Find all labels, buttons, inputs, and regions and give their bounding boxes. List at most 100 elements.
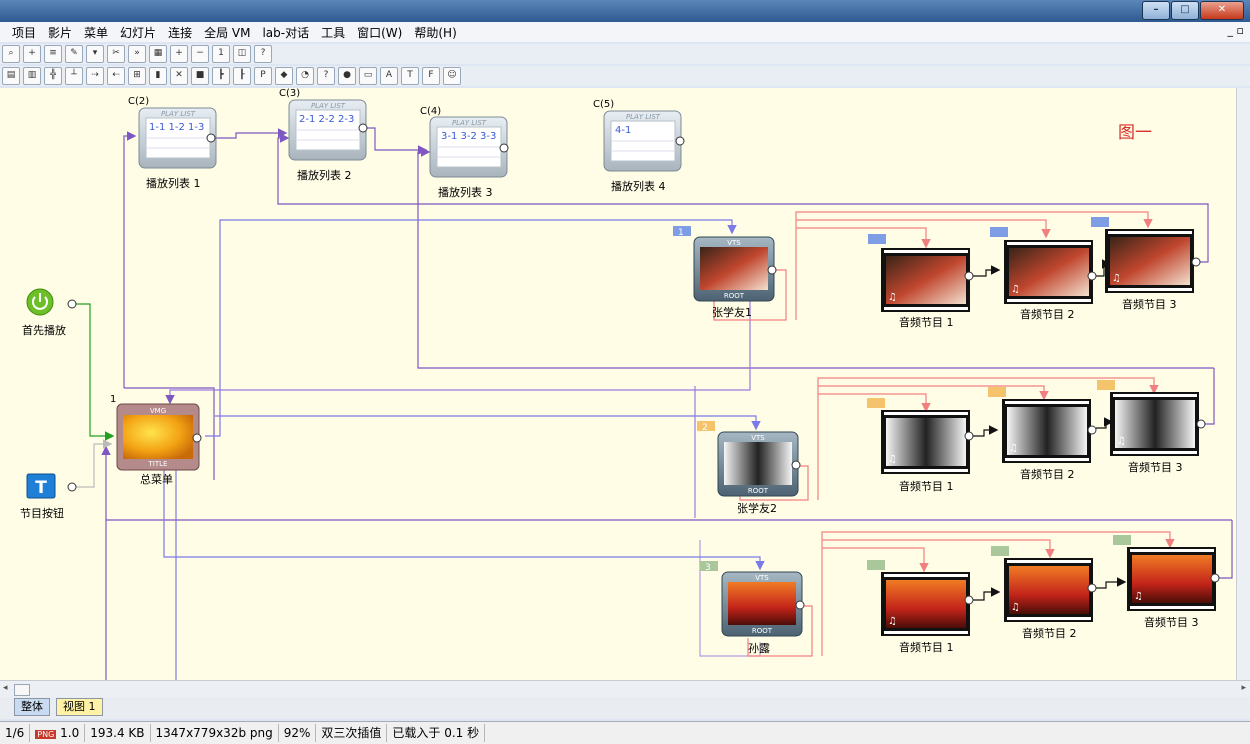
minimize-button[interactable]: – (1142, 1, 1170, 20)
table-icon[interactable]: ⊞ (128, 67, 146, 85)
status-bar: 1/6 PNG 1.0 193.4 KB 1347x779x32b png 92… (0, 721, 1250, 744)
playlist-4[interactable]: C(5) PLAY LIST 4-1 播放列表 4 (593, 99, 685, 193)
link-icon[interactable]: ⇢ (86, 67, 104, 85)
menu-connect[interactable]: 连接 (162, 24, 198, 41)
question-icon[interactable]: ? (317, 67, 335, 85)
color-icon[interactable]: ■ (191, 67, 209, 85)
cut-icon[interactable]: ✂ (107, 45, 125, 63)
audio-item[interactable]: ♫ 音频节目 2 (1004, 240, 1097, 321)
music-note-icon: ♫ (1009, 443, 1018, 454)
fp-icon[interactable]: F (422, 67, 440, 85)
chart-icon[interactable]: ◔ (296, 67, 314, 85)
link2-icon[interactable]: ⇠ (107, 67, 125, 85)
vmg-number: 1 (110, 394, 116, 405)
audio-label: 音频节目 2 (1020, 467, 1075, 481)
color-circle-icon[interactable]: ● (338, 67, 356, 85)
playlist-1[interactable]: C(2) PLAY LIST 1-1 1-2 1-3 播放列表 1 (128, 96, 217, 190)
menu-help[interactable]: 帮助(H) (408, 24, 462, 41)
vertical-scrollbar[interactable] (1236, 88, 1250, 680)
vts-header: VTS (755, 574, 769, 582)
audio-item[interactable]: ♫ 音频节目 3 (1110, 392, 1206, 474)
menu-movie[interactable]: 影片 (42, 24, 78, 41)
scroll-right-icon[interactable]: ▸ (1241, 683, 1246, 693)
panel-icon[interactable]: ▥ (23, 67, 41, 85)
image-icon[interactable]: ▭ (359, 67, 377, 85)
vts-node-3[interactable]: 3 VTS ROOT 孙露 (700, 561, 805, 655)
vmg-node[interactable]: 1 VMG TITLE 总菜单 (110, 394, 202, 486)
next-icon[interactable]: » (128, 45, 146, 63)
align-icon[interactable]: ╬ (44, 67, 62, 85)
zoom-in-icon[interactable]: + (170, 45, 188, 63)
menu-lab-dialog[interactable]: lab-对话 (256, 24, 315, 41)
user-icon[interactable]: ☺ (443, 67, 461, 85)
vts-node-1[interactable]: 1 VTS ROOT 张学友1 (673, 226, 777, 319)
playlist-code: C(3) (279, 88, 300, 99)
close-button[interactable]: ✕ (1200, 1, 1244, 20)
film-icon[interactable]: ▮ (149, 67, 167, 85)
at-icon[interactable]: A (380, 67, 398, 85)
music-note-icon: ♫ (1011, 284, 1020, 295)
first-play-label: 首先播放 (22, 323, 66, 337)
vts-badge-text: 1 (678, 228, 684, 238)
audio-item[interactable]: ♫ 音频节目 2 (1004, 558, 1097, 640)
te-icon[interactable]: T (401, 67, 419, 85)
authoring-canvas[interactable]: C(2) PLAY LIST 1-1 1-2 1-3 播放列表 1 C(3) P… (0, 88, 1236, 680)
mdi-controls[interactable]: _ ▫ (1228, 24, 1244, 37)
tree-icon[interactable]: ┣ (212, 67, 230, 85)
audio-badge (1097, 380, 1115, 390)
first-play-node[interactable]: 首先播放 (22, 288, 77, 337)
music-note-icon: ♫ (888, 292, 897, 303)
menu-global-vm[interactable]: 全局 VM (198, 24, 256, 41)
tab-view-1[interactable]: 视图 1 (56, 698, 103, 716)
menu-bar: 项目 影片 菜单 幻灯片 连接 全局 VM lab-对话 工具 窗口(W) 帮助… (0, 22, 1250, 42)
add-icon[interactable]: + (23, 45, 41, 63)
vts-node-2[interactable]: 2 VTS ROOT 张学友2 (697, 421, 801, 515)
playlist-3[interactable]: C(4) PLAY LIST 3-1 3-2 3-3 播放列表 3 (420, 106, 509, 199)
list-icon[interactable]: ≡ (44, 45, 62, 63)
audio-item[interactable]: ♫ 音频节目 2 (1002, 399, 1097, 481)
audio-item[interactable]: ♫ 音频节目 1 (881, 572, 974, 654)
delete-link-icon[interactable]: ✕ (170, 67, 188, 85)
wand-icon[interactable]: ✎ (65, 45, 83, 63)
vmg-footer: TITLE (148, 460, 168, 468)
maximize-button[interactable]: □ (1171, 1, 1199, 20)
zoom-actual-icon[interactable]: 1 (212, 45, 230, 63)
playlist-2[interactable]: C(3) PLAY LIST 2-1 2-2 2-3 播放列表 2 (279, 88, 368, 182)
horizontal-scrollbar[interactable]: ◂ ▸ (0, 680, 1250, 697)
help-icon[interactable]: ? (254, 45, 272, 63)
view-tabs: 整体 视图 1 (0, 697, 1250, 719)
zoom-out-icon[interactable]: − (191, 45, 209, 63)
scroll-left-icon[interactable]: ◂ (3, 683, 8, 693)
pgc-icon[interactable]: P (254, 67, 272, 85)
menu-window[interactable]: 窗口(W) (351, 24, 408, 41)
audio-badge (988, 387, 1006, 397)
align-bottom-icon[interactable]: ┴ (65, 67, 83, 85)
status-format: PNG 1.0 (30, 724, 86, 742)
scroll-thumb[interactable] (14, 684, 30, 696)
layout-icon[interactable]: ▤ (2, 67, 20, 85)
dropdown-icon[interactable]: ▾ (86, 45, 104, 63)
fit-icon[interactable]: ◫ (233, 45, 251, 63)
tab-whole[interactable]: 整体 (14, 698, 50, 716)
cell-icon[interactable]: ◆ (275, 67, 293, 85)
status-filesize: 193.4 KB (85, 724, 151, 742)
menu-slideshow[interactable]: 幻灯片 (114, 24, 162, 41)
vts-badge-text: 3 (705, 563, 711, 573)
audio-item[interactable]: ♫ 音频节目 3 (1105, 229, 1201, 311)
audio-item[interactable]: ♫ 音频节目 1 (881, 248, 974, 329)
playlist-label: 播放列表 3 (438, 185, 493, 199)
music-note-icon: ♫ (888, 454, 897, 465)
audio-item[interactable]: ♫ 音频节目 3 (1127, 547, 1220, 629)
grid-icon[interactable]: ▦ (149, 45, 167, 63)
search-icon[interactable]: ⌕ (2, 45, 20, 63)
status-loaded: 已载入于 0.1 秒 (387, 724, 486, 742)
playlist-header: PLAY LIST (626, 113, 661, 121)
menu-menu[interactable]: 菜单 (78, 24, 114, 41)
title-button-node[interactable]: T 节目按钮 (20, 473, 77, 520)
vts-footer: ROOT (748, 487, 769, 495)
audio-item[interactable]: ♫ 音频节目 1 (881, 410, 974, 493)
menu-project[interactable]: 项目 (0, 24, 42, 41)
audio-badge (990, 227, 1008, 237)
menu-tools[interactable]: 工具 (315, 24, 351, 41)
tree2-icon[interactable]: ┠ (233, 67, 251, 85)
